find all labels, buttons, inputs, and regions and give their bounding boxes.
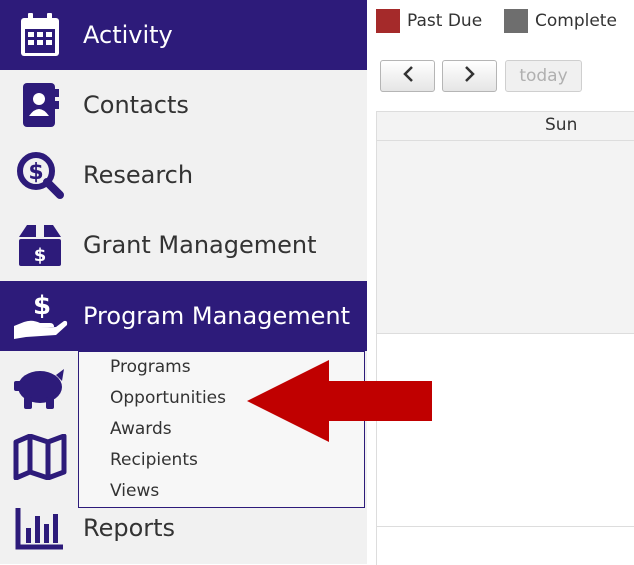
submenu-item-awards[interactable]: Awards (110, 419, 172, 439)
hand-dollar-icon: $ (10, 288, 70, 344)
chevron-left-icon (401, 65, 415, 87)
submenu-item-opportunities[interactable]: Opportunities (110, 388, 226, 408)
nav-item-label: Contacts (83, 91, 189, 119)
day-header-sun: Sun (545, 115, 578, 135)
sidebar: Activity Contacts $ Research $ Grant Man… (0, 0, 367, 564)
calendar-row-today[interactable] (377, 141, 634, 334)
legend-label: Past Due (407, 11, 483, 31)
calendar-panel: Past Due Complete today Sun (367, 0, 634, 565)
nav-item-label: Program Management (83, 302, 350, 330)
contact-book-icon (10, 77, 70, 133)
calendar-icon (10, 7, 70, 63)
past-due-swatch (376, 9, 400, 33)
chevron-right-icon (463, 65, 477, 87)
piggy-bank-icon (10, 359, 70, 415)
nav-item-label: Research (83, 161, 194, 189)
submenu-item-recipients[interactable]: Recipients (110, 450, 198, 470)
day-header: Sun (377, 112, 634, 141)
nav-item-label: Activity (83, 21, 173, 49)
search-dollar-icon: $ (10, 147, 70, 203)
svg-text:$: $ (34, 245, 47, 266)
nav-item-contacts[interactable]: Contacts (0, 70, 367, 140)
calendar-grid: Sun (376, 111, 634, 565)
nav-item-label: Grant Management (83, 231, 317, 259)
submenu-item-views[interactable]: Views (110, 481, 159, 501)
annotation-arrow (247, 360, 433, 446)
next-button[interactable] (442, 60, 497, 92)
nav-item-research[interactable]: $ Research (0, 140, 367, 210)
submenu-item-programs[interactable]: Programs (110, 357, 191, 377)
prev-button[interactable] (380, 60, 435, 92)
map-icon (10, 429, 70, 485)
today-button[interactable]: today (505, 60, 582, 92)
svg-text:$: $ (33, 291, 51, 321)
legend-label: Complete (535, 11, 617, 31)
money-box-icon: $ (10, 217, 70, 273)
bar-chart-icon (10, 500, 70, 556)
complete-swatch (504, 9, 528, 33)
nav-item-label: Reports (83, 514, 176, 542)
legend-complete: Complete (504, 9, 617, 33)
legend-past-due: Past Due (376, 9, 482, 33)
nav-item-program-management[interactable]: $ Program Management (0, 281, 367, 351)
svg-text:$: $ (28, 160, 43, 185)
nav-item-grant-management[interactable]: $ Grant Management (0, 210, 367, 280)
nav-item-activity[interactable]: Activity (0, 0, 367, 70)
